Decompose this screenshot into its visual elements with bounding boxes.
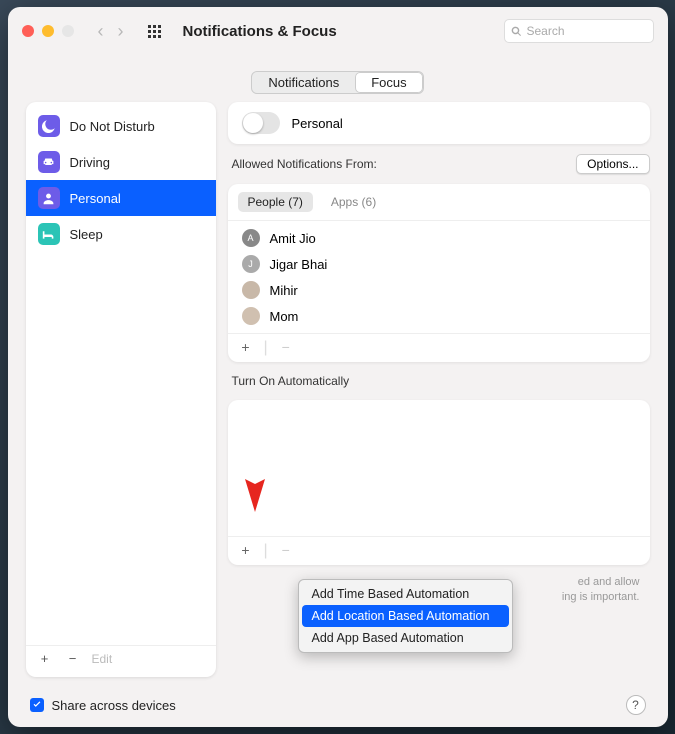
window-controls: [22, 25, 74, 37]
tab-apps[interactable]: Apps (6): [321, 192, 386, 212]
search-icon: [511, 26, 522, 37]
allowed-label: Allowed Notifications From:: [228, 155, 381, 173]
list-item[interactable]: Mom: [228, 303, 650, 329]
people-footer: + | −: [228, 333, 650, 362]
focus-toggle-label: Personal: [292, 116, 343, 131]
sidebar-item-label: Personal: [70, 191, 121, 206]
sidebar-item-dnd[interactable]: Do Not Disturb: [26, 108, 216, 144]
tab-focus[interactable]: Focus: [355, 72, 422, 93]
close-icon[interactable]: [22, 25, 34, 37]
car-icon: [38, 151, 60, 173]
window-title: Notifications & Focus: [183, 23, 337, 40]
sidebar-item-label: Do Not Disturb: [70, 119, 155, 134]
sidebar-footer: + − Edit: [26, 645, 216, 671]
sidebar-item-label: Driving: [70, 155, 110, 170]
sidebar-item-personal[interactable]: Personal: [26, 180, 216, 216]
forward-icon: ›: [118, 21, 124, 42]
bottom-bar: Share across devices ?: [8, 687, 668, 727]
focus-toggle[interactable]: [242, 112, 280, 134]
sidebar-item-sleep[interactable]: Sleep: [26, 216, 216, 252]
list-item[interactable]: Mihir: [228, 277, 650, 303]
avatar-icon: [242, 281, 260, 299]
share-checkbox[interactable]: [30, 698, 44, 712]
avatar-icon: [242, 307, 260, 325]
automation-body: [228, 400, 650, 536]
menu-add-location[interactable]: Add Location Based Automation: [302, 605, 509, 627]
focus-toggle-row: Personal: [228, 102, 650, 144]
search-input[interactable]: Search: [504, 19, 654, 43]
titlebar: ‹ › Notifications & Focus Search: [8, 7, 668, 55]
add-focus-button[interactable]: +: [36, 651, 54, 666]
person-name: Mihir: [270, 283, 298, 298]
sidebar-item-label: Sleep: [70, 227, 103, 242]
tab-notifications[interactable]: Notifications: [252, 72, 355, 93]
main-tabs: Notifications Focus: [8, 71, 668, 94]
avatar-icon: J: [242, 255, 260, 273]
auto-label: Turn On Automatically: [228, 372, 650, 390]
edit-focus-button: Edit: [92, 652, 113, 666]
people-scroll[interactable]: A Amit Jio J Jigar Bhai Mihir Mom: [228, 221, 650, 333]
allowed-header: Allowed Notifications From: Options...: [228, 154, 650, 174]
share-label: Share across devices: [52, 698, 176, 713]
focus-sidebar: Do Not Disturb Driving Personal Sleep: [26, 102, 216, 677]
bed-icon: [38, 223, 60, 245]
remove-person-button[interactable]: −: [278, 339, 294, 357]
person-name: Jigar Bhai: [270, 257, 328, 272]
nav-arrows: ‹ ›: [98, 21, 124, 42]
avatar-icon: A: [242, 229, 260, 247]
preferences-window: ‹ › Notifications & Focus Search Notific…: [8, 7, 668, 727]
list-item[interactable]: A Amit Jio: [228, 225, 650, 251]
remove-focus-button[interactable]: −: [64, 651, 82, 666]
minimize-icon[interactable]: [42, 25, 54, 37]
remove-automation-button[interactable]: −: [278, 542, 294, 560]
all-prefs-icon[interactable]: [148, 25, 161, 38]
zoom-icon: [62, 25, 74, 37]
tab-people[interactable]: People (7): [238, 192, 313, 212]
sidebar-item-driving[interactable]: Driving: [26, 144, 216, 180]
menu-add-time[interactable]: Add Time Based Automation: [302, 583, 509, 605]
menu-add-app[interactable]: Add App Based Automation: [302, 627, 509, 649]
person-name: Mom: [270, 309, 299, 324]
moon-icon: [38, 115, 60, 137]
allowed-list: People (7) Apps (6) A Amit Jio J Jigar B…: [228, 184, 650, 362]
add-person-button[interactable]: +: [238, 339, 254, 357]
person-icon: [38, 187, 60, 209]
search-placeholder: Search: [527, 24, 565, 38]
add-automation-button[interactable]: +: [238, 542, 254, 560]
person-name: Amit Jio: [270, 231, 316, 246]
annotation-arrow-icon: [242, 424, 268, 514]
help-button[interactable]: ?: [626, 695, 646, 715]
add-automation-menu: Add Time Based Automation Add Location B…: [298, 579, 513, 653]
back-icon[interactable]: ‹: [98, 21, 104, 42]
list-item[interactable]: J Jigar Bhai: [228, 251, 650, 277]
automation-list: + | −: [228, 400, 650, 565]
options-button[interactable]: Options...: [576, 154, 649, 174]
automation-footer: + | −: [228, 536, 650, 565]
